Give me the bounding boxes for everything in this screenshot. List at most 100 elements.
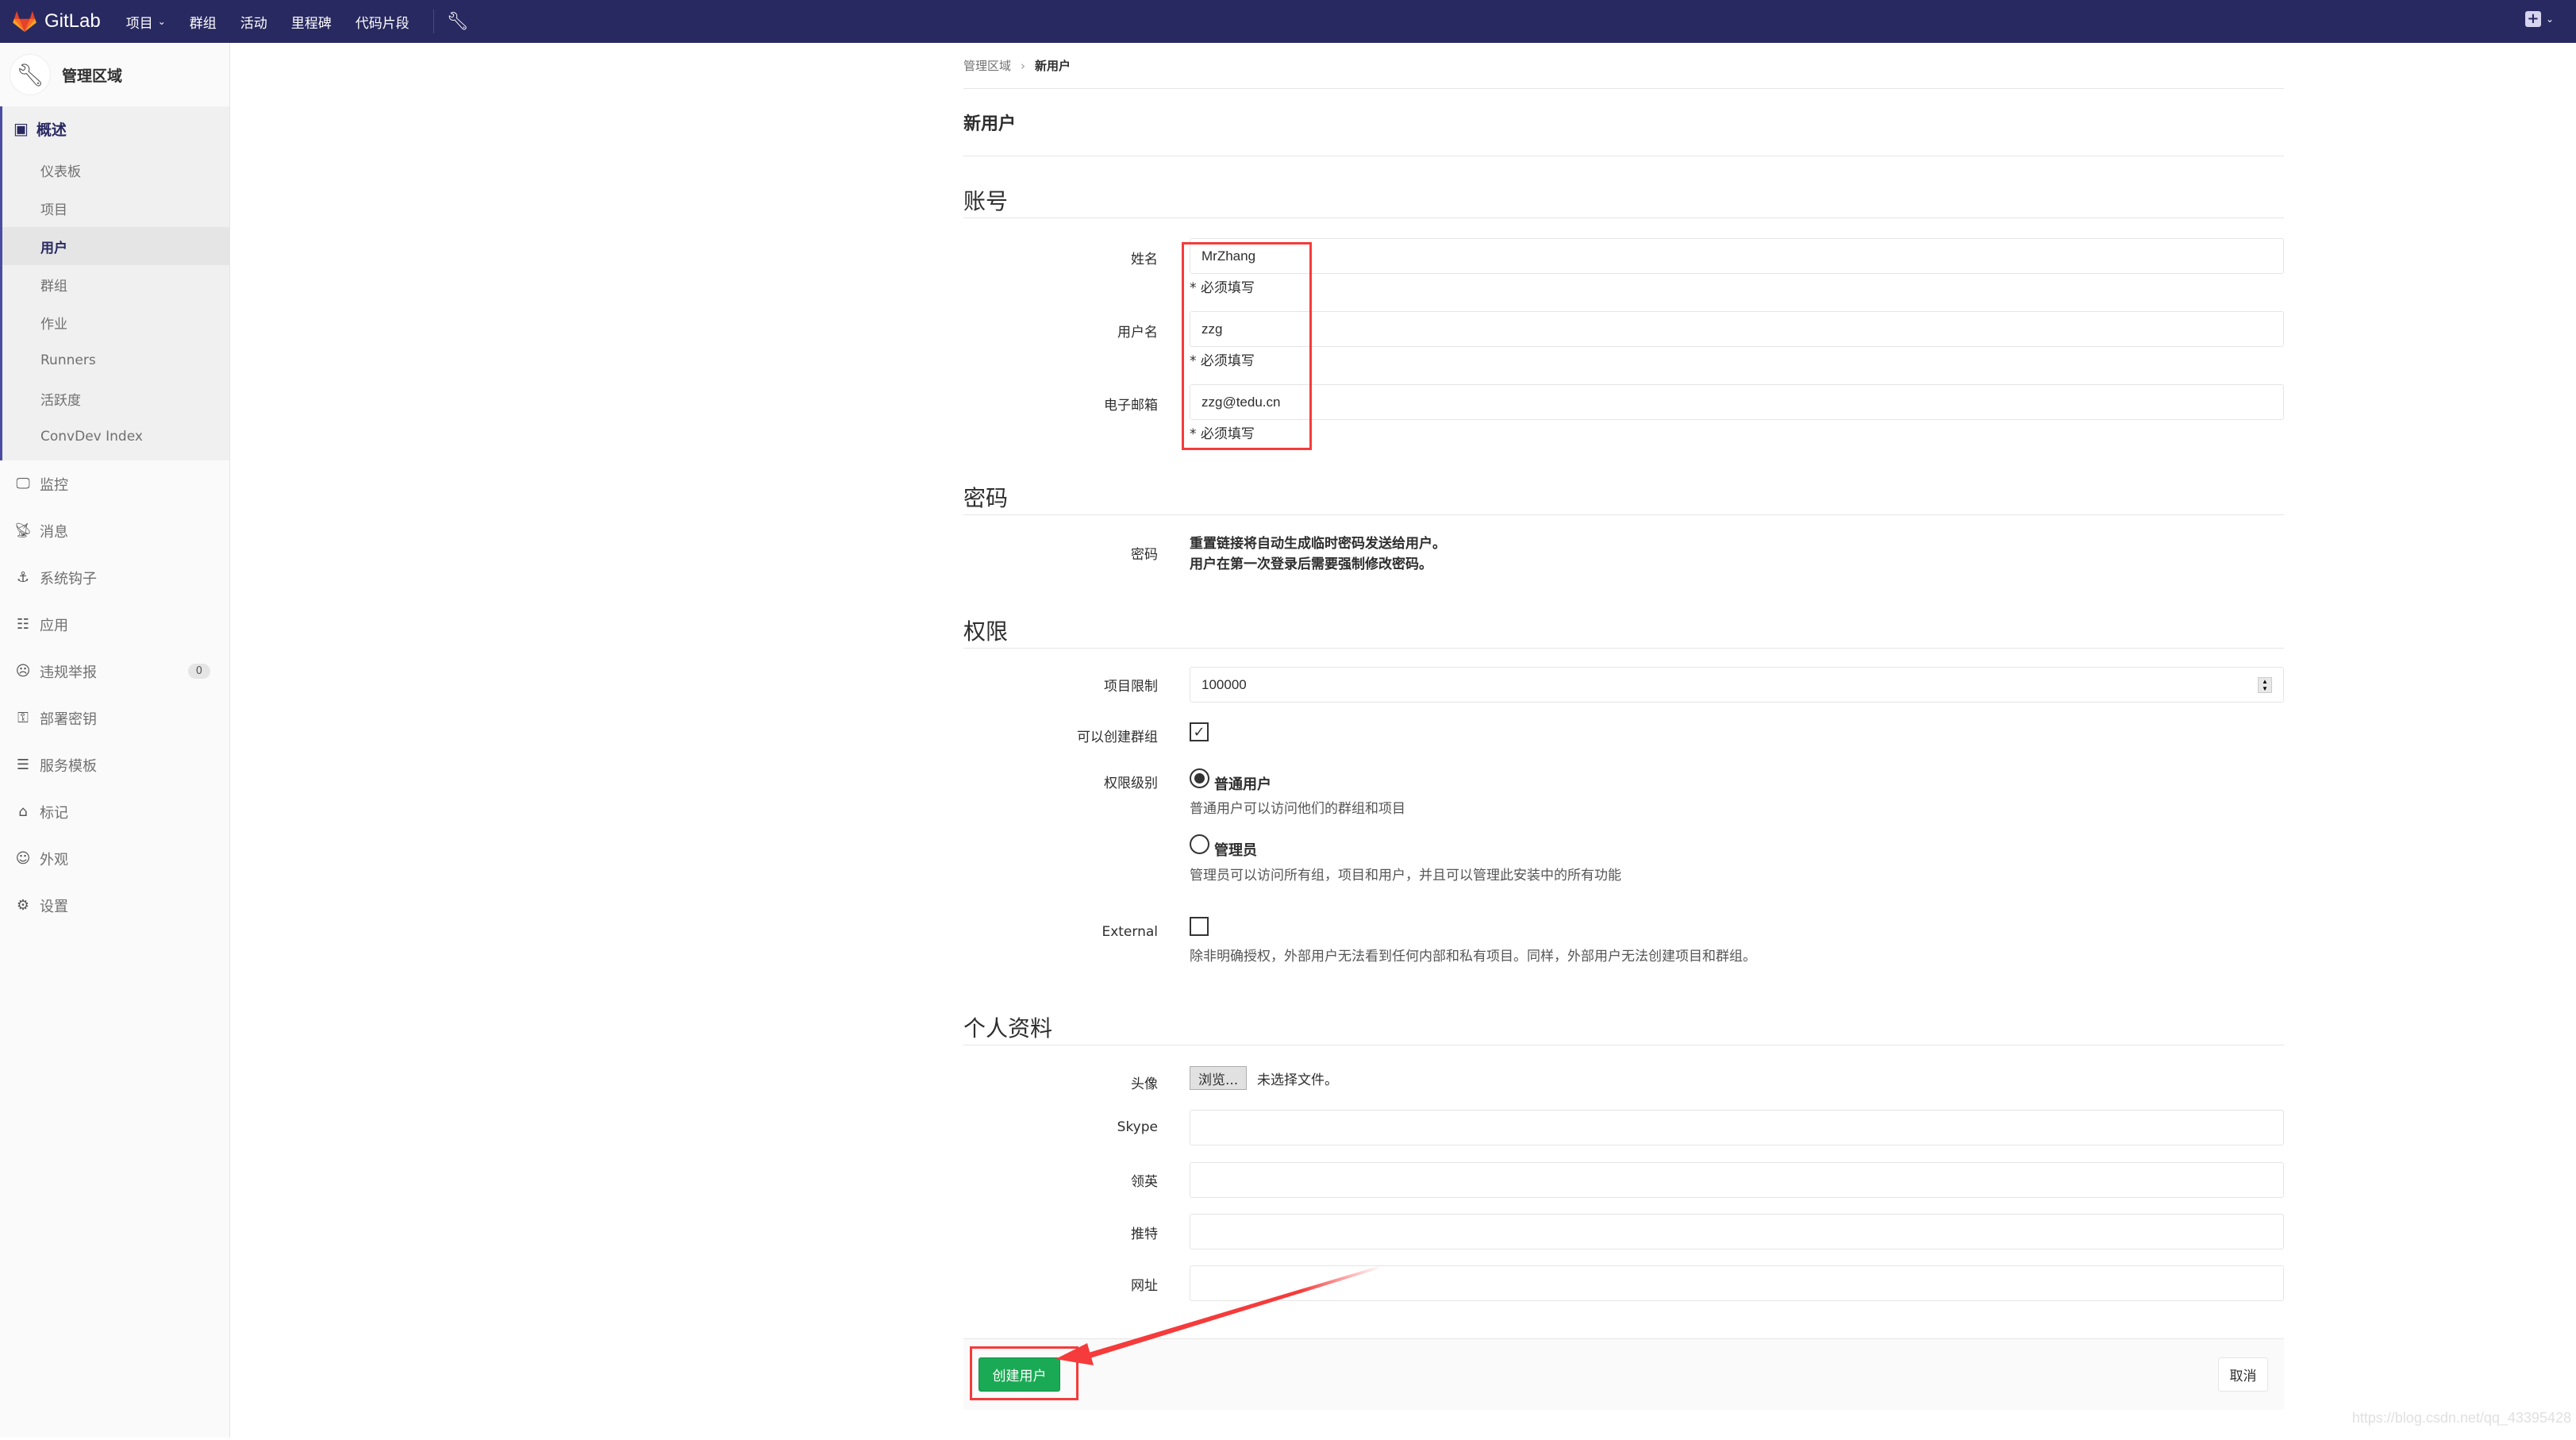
username-label: 用户名 [963, 321, 1158, 341]
palette-icon: ☺ [13, 850, 33, 867]
admin-sidebar: 🔧︎ 管理区域 ▣ 概述 仪表板 项目 用户 群组 作业 Runners 活跃度… [0, 43, 230, 1438]
admin-desc: 管理员可以访问所有组，项目和用户，并且可以管理此安装中的所有功能 [1190, 864, 1621, 884]
sidebar-item-groups[interactable]: 群组 [2, 265, 229, 303]
name-input[interactable]: MrZhang [1190, 238, 2284, 274]
password-info: 重置链接将自动生成临时密码发送给用户。 用户在第一次登录后需要强制修改密码。 [1190, 533, 1446, 575]
sidebar-item-applications[interactable]: ☷ 应用 [0, 601, 229, 648]
projects-limit-label: 项目限制 [963, 675, 1158, 695]
frown-icon: ☹ [13, 663, 33, 680]
password-info-line2: 用户在第一次登录后需要强制修改密码。 [1190, 554, 1446, 575]
chevron-down-icon: ⌄ [2546, 13, 2554, 25]
sidebar-item-label: 应用 [40, 614, 68, 635]
sidebar-item-label: 消息 [40, 521, 68, 541]
count-badge: 0 [188, 664, 210, 679]
no-file-text: 未选择文件。 [1257, 1068, 1338, 1088]
sidebar-item-activity[interactable]: 活跃度 [2, 379, 229, 418]
overview-grid-icon: ▣ [13, 119, 29, 138]
new-dropdown[interactable]: + ⌄ [2525, 11, 2554, 27]
can-create-group-label: 可以创建群组 [963, 726, 1158, 745]
regular-user-label[interactable]: 普通用户 [1214, 773, 1271, 794]
password-label: 密码 [963, 543, 1158, 563]
nav-snippets[interactable]: 代码片段 [356, 12, 409, 32]
chevron-down-icon: ⌄ [158, 16, 166, 27]
twitter-input[interactable] [1190, 1214, 2284, 1249]
sidebar-item-runners[interactable]: Runners [2, 341, 229, 379]
form-actions: 创建用户 取消 [963, 1338, 2284, 1410]
regular-user-desc: 普通用户可以访问他们的群组和项目 [1190, 797, 1405, 817]
sidebar-item-label: 概述 [37, 118, 67, 140]
regular-user-radio[interactable] [1190, 768, 1209, 788]
nav-groups[interactable]: 群组 [190, 12, 217, 32]
gitlab-tanuki-icon [13, 10, 37, 33]
sidebar-item-users[interactable]: 用户 [2, 227, 229, 265]
sidebar-item-label: 设置 [40, 895, 68, 916]
template-icon: ☰ [13, 757, 33, 773]
name-label: 姓名 [963, 248, 1158, 268]
gitlab-logo[interactable]: GitLab [13, 10, 101, 33]
gear-icon: ⚙ [13, 897, 33, 914]
top-nav: 项目 ⌄ 群组 活动 里程碑 代码片段 🔧︎ [126, 10, 469, 33]
broadcast-icon: 📡︎ [13, 522, 33, 539]
sidebar-item-abuse-reports[interactable]: ☹ 违规举报 0 [0, 648, 229, 695]
nav-milestones[interactable]: 里程碑 [291, 12, 332, 32]
username-input[interactable]: zzg [1190, 311, 2284, 347]
number-spinner[interactable]: ▲▼ [2258, 677, 2272, 693]
external-label: External [963, 924, 1158, 940]
email-label: 电子邮箱 [963, 394, 1158, 414]
sidebar-item-label: 服务模板 [40, 755, 97, 776]
linkedin-input[interactable] [1190, 1162, 2284, 1198]
anchor-icon: ⚓︎ [13, 569, 33, 586]
sidebar-item-hooks[interactable]: ⚓︎系统钩子 [0, 554, 229, 601]
key-icon: ⚿ [13, 710, 33, 726]
sidebar-item-deploy-keys[interactable]: ⚿ 部署密钥 [0, 695, 229, 741]
external-desc: 除非明确授权，外部用户无法看到任何内部和私有项目。同样，外部用户无法创建项目和群… [1190, 945, 1756, 964]
sidebar-item-messages[interactable]: 📡︎ 消息 [0, 507, 229, 554]
can-create-group-checkbox[interactable]: ✓ [1190, 722, 1209, 741]
sidebar-item-label: 违规举报 [40, 661, 97, 682]
section-access-title: 权限 [963, 614, 2284, 649]
sidebar-item-dashboard[interactable]: 仪表板 [2, 151, 229, 189]
sidebar-item-label: 标记 [40, 802, 68, 822]
admin-radio[interactable] [1190, 834, 1209, 854]
nav-projects-label: 项目 [126, 12, 153, 32]
sidebar-item-label: 监控 [40, 474, 68, 495]
wrench-icon[interactable]: 🔧︎ [447, 12, 469, 32]
section-password-title: 密码 [963, 481, 2284, 515]
sidebar-item-projects[interactable]: 项目 [2, 189, 229, 227]
checkmark-icon: ✓ [1193, 724, 1205, 741]
sidebar-item-convdev[interactable]: ConvDev Index [2, 418, 229, 456]
wrench-icon: 🔧︎ [10, 54, 51, 95]
skype-input[interactable] [1190, 1110, 2284, 1145]
sidebar-title: 管理区域 [62, 64, 122, 86]
external-checkbox[interactable] [1190, 917, 1209, 936]
projects-limit-input[interactable]: 100000 ▲▼ [1190, 667, 2284, 703]
grid-icon: ☷ [13, 616, 33, 633]
sidebar-item-service-templates[interactable]: ☰ 服务模板 [0, 741, 229, 788]
sidebar-item-monitoring[interactable]: 🖵︎ 监控 [0, 460, 229, 507]
section-account-title: 账号 [963, 184, 2284, 218]
website-input[interactable] [1190, 1265, 2284, 1301]
sidebar-item-label: 外观 [40, 849, 68, 869]
top-navbar: GitLab 项目 ⌄ 群组 活动 里程碑 代码片段 🔧︎ + ⌄ [0, 0, 2576, 43]
sidebar-item-overview[interactable]: ▣ 概述 [2, 106, 229, 151]
sidebar-item-settings[interactable]: ⚙ 设置 [0, 882, 229, 929]
sidebar-item-jobs[interactable]: 作业 [2, 303, 229, 341]
monitor-icon: 🖵︎ [13, 476, 33, 492]
sidebar-item-appearance[interactable]: ☺ 外观 [0, 835, 229, 882]
watermark: https://blog.csdn.net/qq_43395428 [2352, 1410, 2571, 1427]
annotation-highlight-create [970, 1346, 1078, 1400]
sidebar-group-overview: ▣ 概述 仪表板 项目 用户 群组 作业 Runners 活跃度 ConvDev… [0, 106, 229, 460]
nav-activity[interactable]: 活动 [240, 12, 267, 32]
nav-projects[interactable]: 项目 ⌄ [126, 12, 166, 32]
avatar-label: 头像 [963, 1072, 1158, 1092]
section-profile-title: 个人资料 [963, 1011, 2284, 1045]
app-name: GitLab [44, 10, 101, 33]
browse-file-button[interactable]: 浏览... [1190, 1066, 1247, 1090]
sidebar-header[interactable]: 🔧︎ 管理区域 [0, 43, 229, 106]
email-input[interactable]: zzg@tedu.cn [1190, 384, 2284, 420]
new-user-form: 账号 姓名 MrZhang * 必须填写 用户名 zzg * 必须填写 电子邮箱… [963, 43, 2284, 1440]
admin-label[interactable]: 管理员 [1214, 839, 1257, 860]
sidebar-item-label: 部署密钥 [40, 708, 97, 729]
cancel-button[interactable]: 取消 [2218, 1357, 2268, 1392]
sidebar-item-labels[interactable]: ⌂标记 [0, 788, 229, 835]
